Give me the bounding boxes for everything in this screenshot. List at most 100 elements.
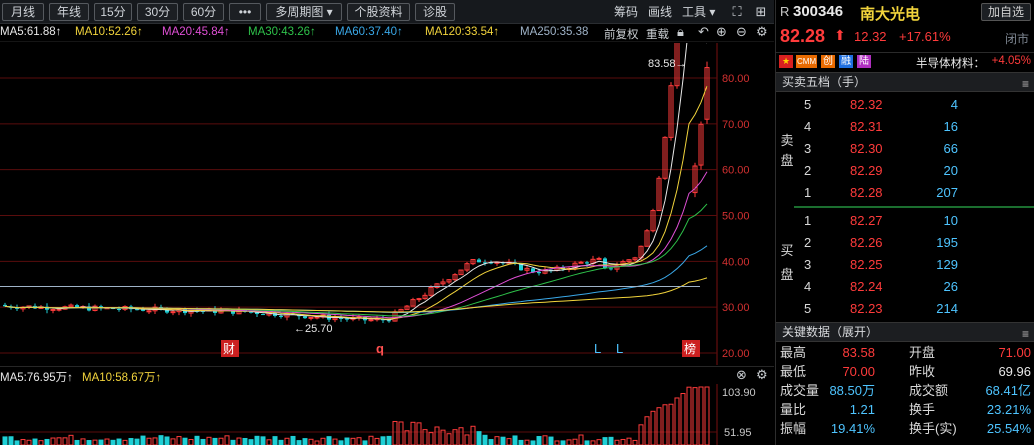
- volume-bar: [362, 440, 368, 445]
- volume-chart[interactable]: 103.90 51.95: [0, 384, 774, 445]
- volume-bar: [74, 439, 80, 445]
- key-value: 23.21%: [986, 402, 1031, 417]
- l-marker-2[interactable]: L: [616, 341, 623, 356]
- volume-bar: [38, 440, 44, 445]
- buy-row-2[interactable]: 2 82.26 195: [794, 232, 1034, 254]
- buy-row-5[interactable]: 5 82.23 214: [794, 298, 1034, 320]
- volume-bar: [344, 437, 350, 445]
- volume: 129: [936, 257, 958, 272]
- buy-row-1[interactable]: 1 82.27 10: [794, 210, 1034, 232]
- price: 82.28: [850, 185, 883, 200]
- draw-line-button[interactable]: 画线: [648, 3, 672, 21]
- forward-adjust-toggle[interactable]: 前复权: [604, 26, 639, 42]
- volume-bar: [122, 439, 128, 445]
- price: 82.31: [850, 119, 883, 134]
- tag-margin[interactable]: 融: [839, 55, 853, 68]
- tools-dropdown[interactable]: 工具 ▾: [682, 3, 715, 21]
- price-tick: 20.00: [722, 348, 750, 360]
- volume-bar: [164, 436, 170, 445]
- more-periods-button[interactable]: •••: [229, 3, 261, 21]
- indicator-settings-icon[interactable]: ⚙: [756, 367, 768, 383]
- add-watchlist-button[interactable]: 加自选: [980, 3, 1031, 21]
- candle-body: [279, 315, 283, 317]
- sell-row-4[interactable]: 4 82.31 16: [794, 116, 1034, 138]
- sell-row-5[interactable]: 5 82.32 4: [794, 94, 1034, 116]
- buy-side-label-1: 买: [780, 243, 794, 258]
- stock-code: 300346: [793, 3, 844, 20]
- period-60m-button[interactable]: 60分: [183, 3, 224, 21]
- stock-profile-button[interactable]: 个股资料: [347, 3, 410, 21]
- volume-bar: [182, 437, 188, 445]
- chips-button[interactable]: 筹码: [614, 3, 638, 21]
- key-value: 71.00: [998, 345, 1031, 360]
- ma60-label: MA60:37.40↑: [335, 26, 403, 38]
- settings-gear-icon[interactable]: ⚙: [756, 24, 768, 40]
- orderbook-title[interactable]: 买卖五档（手） ≡: [776, 72, 1034, 92]
- volume-bar: [554, 440, 560, 445]
- key-value: 70.00: [842, 364, 875, 379]
- diagnose-button[interactable]: 诊股: [415, 3, 455, 21]
- volume-bar: [26, 439, 32, 445]
- period-month-button[interactable]: 月线: [2, 3, 44, 21]
- undo-icon[interactable]: ↶: [698, 24, 709, 40]
- sell-row-2[interactable]: 2 82.29 20: [794, 160, 1034, 182]
- fullscreen-icon[interactable]: ⛶: [728, 3, 746, 21]
- multi-period-dropdown[interactable]: 多周期图 ▾: [266, 3, 342, 21]
- vol-ma10-label: MA10:58.67万↑: [82, 372, 162, 384]
- candlestick-chart[interactable]: 80.00 70.00 60.00 50.00 40.00 30.00 20.00 83.5…: [0, 43, 774, 365]
- volume-grid: [0, 384, 718, 445]
- grid-layout-icon[interactable]: ⊞: [752, 3, 770, 21]
- volume-bar: [488, 439, 494, 445]
- volume-bar: [416, 422, 422, 445]
- zoom-out-icon[interactable]: ⊖: [736, 24, 747, 40]
- close-indicator-icon[interactable]: ⊗: [736, 367, 747, 383]
- tag-chuang[interactable]: 创: [821, 55, 835, 68]
- volume-bar: [62, 437, 68, 445]
- volume-bar: [236, 437, 242, 445]
- earnings-marker-text: 财: [223, 342, 235, 356]
- volume-bar: [338, 440, 344, 445]
- lock-icon[interactable]: 🔒︎: [677, 24, 684, 40]
- volume-bars: [2, 386, 710, 445]
- buy-row-3[interactable]: 3 82.25 129: [794, 254, 1034, 276]
- sector-name[interactable]: 半导体材料：: [916, 55, 985, 71]
- ma120-label: MA120:33.54↑: [425, 26, 500, 38]
- key-value: 83.58: [842, 345, 875, 360]
- key-data-row: 最低 70.00 昨收 69.96: [776, 362, 1034, 381]
- menu-icon[interactable]: ≡: [1022, 325, 1029, 343]
- period-15m-button[interactable]: 15分: [94, 3, 132, 21]
- reload-button[interactable]: 重载: [646, 26, 669, 42]
- menu-icon[interactable]: ≡: [1022, 75, 1029, 93]
- volume-bar: [200, 438, 206, 445]
- candle-body: [477, 259, 481, 263]
- level: 5: [804, 301, 812, 316]
- period-year-button[interactable]: 年线: [49, 3, 89, 21]
- volume-bar: [632, 439, 638, 445]
- ma-line: [4, 43, 708, 321]
- volume-bar: [176, 436, 182, 445]
- tag-connect[interactable]: 陆: [857, 55, 871, 68]
- sell-row-1[interactable]: 1 82.28 207: [794, 182, 1034, 204]
- price-tick: 40.00: [722, 256, 750, 268]
- key-label: 换手(实): [909, 421, 957, 436]
- level: 4: [804, 279, 812, 294]
- zoom-in-icon[interactable]: ⊕: [716, 24, 727, 40]
- tag-cmm[interactable]: CMM: [796, 55, 818, 68]
- ma30-label: MA30:43.26↑: [248, 26, 316, 38]
- volume-bar: [254, 435, 260, 445]
- period-30m-button[interactable]: 30分: [137, 3, 178, 21]
- key-data-title[interactable]: 关键数据（展开） ≡: [776, 322, 1034, 342]
- candle-body: [603, 258, 607, 269]
- buy-row-4[interactable]: 4 82.24 26: [794, 276, 1034, 298]
- volume-bar: [674, 397, 680, 445]
- l-marker-1[interactable]: L: [594, 341, 601, 356]
- q-marker[interactable]: q: [376, 341, 384, 356]
- volume-bar: [608, 436, 614, 445]
- ma-line: [4, 245, 708, 313]
- candle-body: [308, 316, 314, 319]
- candle-body: [303, 316, 307, 319]
- price: 82.23: [850, 301, 883, 316]
- vol-axis-top: 103.90: [722, 387, 756, 399]
- volume-bar: [704, 386, 710, 445]
- sell-row-3[interactable]: 3 82.30 66: [794, 138, 1034, 160]
